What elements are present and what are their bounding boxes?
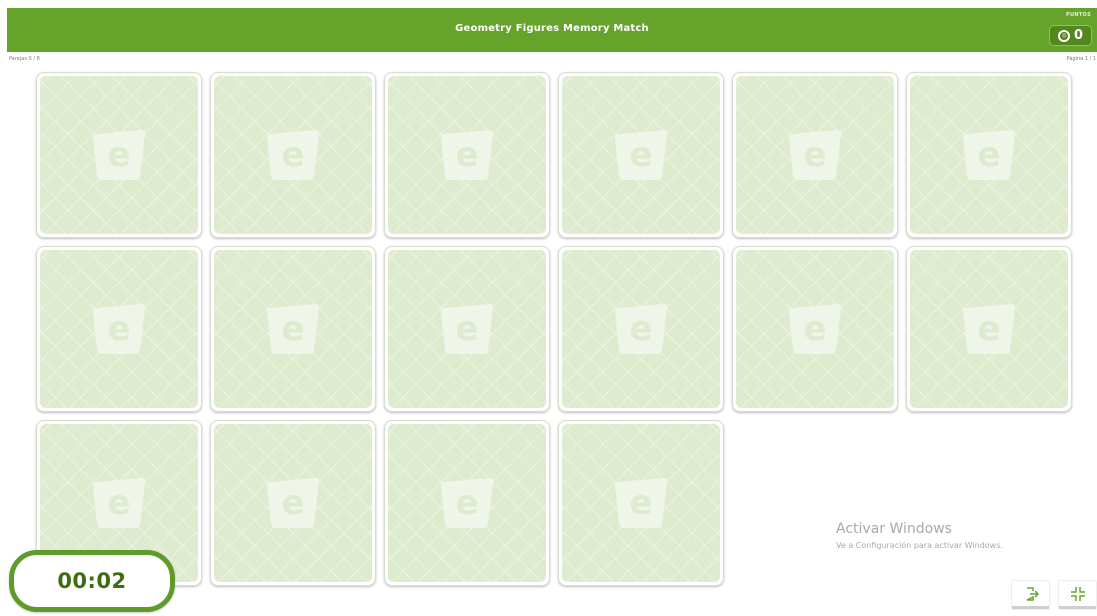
card-logo-icon: e (963, 130, 1016, 180)
card-back: e (40, 250, 198, 408)
game-stage: Geometry Figures Memory Match PUNTOS ◎ 0… (0, 0, 1097, 616)
exit-icon (1026, 586, 1039, 601)
svg-text:e: e (107, 309, 130, 349)
memory-card[interactable]: e (36, 72, 202, 238)
svg-text:e: e (455, 309, 478, 349)
top-bar: Geometry Figures Memory Match PUNTOS ◎ 0 (7, 8, 1097, 52)
page-indicator: Página 1 / 1 (1066, 56, 1096, 62)
card-back: e (562, 250, 720, 408)
timer-value: 00:02 (57, 569, 127, 593)
memory-card[interactable]: e (558, 420, 724, 586)
card-logo-icon: e (441, 304, 494, 354)
card-logo-icon: e (789, 304, 842, 354)
card-back: e (910, 76, 1068, 234)
card-back: e (910, 250, 1068, 408)
svg-text:e: e (455, 135, 478, 175)
points-display: ◎ 0 (1049, 25, 1092, 46)
card-logo-icon: e (615, 130, 668, 180)
memory-card[interactable]: e (384, 72, 550, 238)
card-back: e (388, 76, 546, 234)
card-grid: e e e e e e e e e e e e e e e e (36, 72, 1072, 586)
svg-text:e: e (107, 483, 130, 523)
card-logo-icon: e (963, 304, 1016, 354)
coin-icon: ◎ (1057, 29, 1070, 42)
memory-card[interactable]: e (732, 246, 898, 412)
card-logo-icon: e (93, 130, 146, 180)
card-logo-icon: e (441, 130, 494, 180)
svg-text:e: e (281, 483, 304, 523)
svg-text:e: e (629, 483, 652, 523)
card-back: e (562, 424, 720, 582)
svg-text:e: e (629, 309, 652, 349)
card-back: e (214, 250, 372, 408)
memory-card[interactable]: e (558, 72, 724, 238)
memory-card[interactable]: e (906, 72, 1072, 238)
card-back: e (388, 250, 546, 408)
svg-text:e: e (977, 309, 1000, 349)
card-back: e (40, 76, 198, 234)
pairs-counter: Parejas 0 / 8 (9, 56, 40, 62)
points-value: 0 (1073, 28, 1084, 43)
card-back: e (214, 424, 372, 582)
svg-text:e: e (107, 135, 130, 175)
memory-card[interactable]: e (558, 246, 724, 412)
card-logo-icon: e (267, 304, 320, 354)
memory-card[interactable]: e (210, 420, 376, 586)
timer: 00:02 (9, 550, 175, 612)
svg-text:e: e (455, 483, 478, 523)
memory-card[interactable]: e (384, 420, 550, 586)
memory-card[interactable]: e (384, 246, 550, 412)
watermark-title: Activar Windows (836, 521, 952, 537)
svg-text:e: e (977, 135, 1000, 175)
exit-fullscreen-button[interactable] (1059, 581, 1096, 609)
card-logo-icon: e (441, 478, 494, 528)
card-back: e (736, 250, 894, 408)
memory-card[interactable]: e (210, 72, 376, 238)
card-logo-icon: e (789, 130, 842, 180)
card-logo-icon: e (267, 130, 320, 180)
card-logo-icon: e (615, 304, 668, 354)
card-logo-icon: e (93, 304, 146, 354)
game-title: Geometry Figures Memory Match (455, 23, 649, 34)
svg-text:e: e (281, 309, 304, 349)
memory-card[interactable]: e (36, 246, 202, 412)
memory-card[interactable]: e (210, 246, 376, 412)
card-back: e (388, 424, 546, 582)
svg-text:e: e (281, 135, 304, 175)
card-back: e (562, 76, 720, 234)
card-logo-icon: e (615, 478, 668, 528)
svg-text:e: e (629, 135, 652, 175)
points-label: PUNTOS (1066, 12, 1091, 18)
exit-fullscreen-icon (1070, 586, 1085, 601)
card-back: e (214, 76, 372, 234)
memory-card[interactable]: e (732, 72, 898, 238)
svg-text:e: e (803, 135, 826, 175)
exit-button[interactable] (1012, 581, 1049, 609)
card-logo-icon: e (93, 478, 146, 528)
card-back: e (736, 76, 894, 234)
windows-activation-watermark: Activar Windows Ve a Configuración para … (836, 521, 1003, 550)
card-logo-icon: e (267, 478, 320, 528)
watermark-subtitle: Ve a Configuración para activar Windows. (836, 541, 1003, 550)
memory-card[interactable]: e (906, 246, 1072, 412)
svg-text:e: e (803, 309, 826, 349)
